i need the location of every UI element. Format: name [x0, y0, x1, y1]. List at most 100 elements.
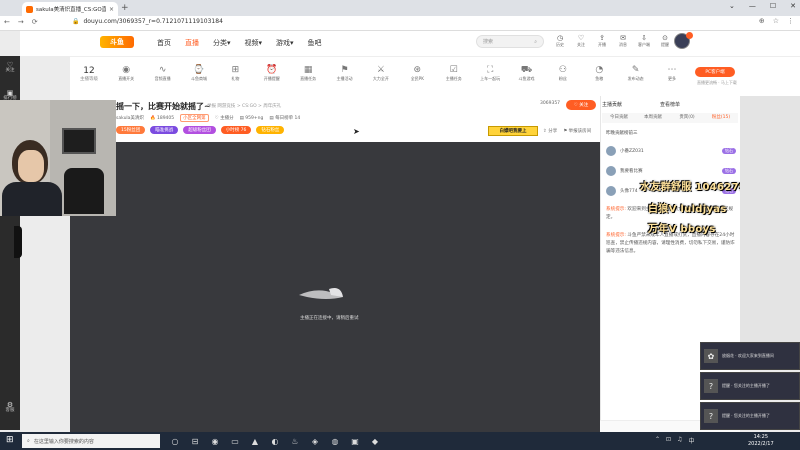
super-fan-badge[interactable]: 超级粉丝团	[183, 126, 216, 134]
cortana-icon[interactable]: ○	[168, 434, 182, 448]
windows-start-icon[interactable]: ⊞	[6, 435, 14, 445]
rank-tag[interactable]: 小区全网第	[180, 114, 209, 122]
tool-item[interactable]: ⏰ 开播提醒	[254, 64, 290, 82]
diamond-fan-badge[interactable]: 钻石粉丝	[256, 126, 285, 134]
pk-icon: ⊛	[413, 65, 422, 75]
heat-value: 🔥 189405	[149, 115, 175, 121]
daily-rank[interactable]: ▤ 每日榜单 14	[269, 115, 300, 121]
tab-vip[interactable]: 贵宾(0)	[670, 113, 704, 123]
list-item[interactable]: 我要看比赛 钻石	[606, 166, 736, 176]
bookmark-star-icon[interactable]: ☆	[773, 17, 779, 25]
client-download-button[interactable]: ⇩ 客户端	[637, 34, 651, 48]
challenge-badge[interactable]: 瞄准挑战	[150, 126, 179, 134]
app-icon[interactable]: ▲	[248, 434, 262, 448]
tool-item[interactable]: ⋯ 更多	[654, 64, 690, 82]
close-window-button[interactable]: ✕	[790, 2, 796, 10]
anchor-level[interactable]: 12 主播等级	[80, 66, 98, 82]
rail-follow[interactable]: ♡ 关注	[0, 62, 20, 74]
back-icon[interactable]: ←	[4, 18, 10, 26]
chrome-icon[interactable]: ◉	[208, 434, 222, 448]
tool-item[interactable]: ✎ 发布动态	[617, 64, 653, 82]
tab-week[interactable]: 本周贡献	[636, 113, 670, 123]
notification-card[interactable]: ? 提醒 · 您关注的主播开播了	[700, 372, 800, 400]
overlay-text: 万年V bboys	[648, 224, 716, 235]
notification-card[interactable]: ? 提醒 · 您关注的主播开播了	[700, 402, 800, 430]
promo-banner[interactable]: 白嫖吧我要上	[488, 126, 538, 136]
overlay-text: 白狼V luldjyas	[648, 204, 727, 215]
reminder-button[interactable]: ⊙ 提醒	[658, 34, 672, 48]
app-icon[interactable]: ♨	[288, 434, 302, 448]
tool-item[interactable]: ◉ 直播开关	[108, 64, 144, 82]
explorer-icon[interactable]: ▭	[228, 434, 242, 448]
tool-item[interactable]: ⌚ 斗鱼商城	[181, 64, 217, 82]
tool-item[interactable]: ⊞ 礼物	[217, 64, 253, 82]
tool-item[interactable]: ⚔ 大力全开	[363, 64, 399, 82]
app-icon[interactable]: ◐	[268, 434, 282, 448]
follow-list-button[interactable]: ♡ 关注	[574, 34, 588, 48]
nav-video[interactable]: 视频▾	[245, 38, 263, 48]
tool-item[interactable]: ☑ 主播任务	[436, 64, 472, 82]
site-search-input[interactable]: 搜索 ⌕	[476, 35, 544, 48]
tool-item[interactable]: ⛟ 斗鱼游戏	[508, 64, 544, 82]
report-button[interactable]: ⚑ 举报该房间	[563, 128, 591, 134]
list-item[interactable]: 小番ZZ031 钻石	[606, 146, 736, 156]
history-button[interactable]: ◷ 历史	[553, 34, 567, 48]
tool-item[interactable]: ⚇ 粉丝	[545, 64, 581, 82]
new-tab-button[interactable]: +	[121, 3, 129, 13]
fan-club-badge[interactable]: 15粉丝团	[116, 126, 146, 134]
browser-tab[interactable]: sakula美清炽直播_CS:GO直播... ×	[22, 2, 118, 16]
search-icon[interactable]: ⌕	[534, 39, 537, 45]
tab-search-icon[interactable]: ⌄	[729, 2, 735, 10]
steam-icon[interactable]: ◈	[308, 434, 322, 448]
taskbar-clock[interactable]: 14:25 2022/2/17	[748, 434, 774, 448]
app-icon[interactable]: ▣	[348, 434, 362, 448]
room-badges: 15粉丝团 瞄准挑战 超级粉丝团 小时榜 76 钻石粉丝	[116, 126, 285, 134]
network-icon[interactable]: ⊡	[666, 436, 671, 445]
nav-live[interactable]: 直播	[185, 38, 199, 48]
avatar	[606, 166, 616, 176]
install-icon[interactable]: ⊕	[759, 17, 765, 25]
start-stream-button[interactable]: ⇪ 开播	[595, 34, 609, 48]
app-icon[interactable]: ◍	[328, 434, 342, 448]
rail-collapse-handle[interactable]	[14, 226, 22, 258]
rail-service[interactable]: ⚙ 客服	[0, 402, 20, 414]
pc-client-button[interactable]: PC客户端	[695, 67, 735, 77]
browser-menu-icon[interactable]: ⋮	[787, 17, 794, 25]
tool-item[interactable]: ∿ 音频直播	[144, 64, 180, 82]
ime-icon[interactable]: 中	[688, 436, 694, 445]
hour-rank-badge[interactable]: 小时榜 76	[220, 126, 252, 134]
messages-button[interactable]: ✉ 消息	[616, 34, 630, 48]
nav-home[interactable]: 首页	[157, 38, 171, 48]
maximize-button[interactable]: ☐	[770, 2, 776, 10]
douyu-logo[interactable]: 斗鱼	[100, 36, 134, 48]
follow-button[interactable]: ♡ 关注	[566, 100, 596, 110]
forward-icon[interactable]: →	[18, 18, 24, 26]
nav-yuba[interactable]: 鱼吧	[308, 38, 322, 48]
volume-icon[interactable]: ♫	[677, 436, 682, 445]
streamer-name[interactable]: sakula美清炽	[116, 115, 144, 121]
taskbar-search-input[interactable]: ⌕ 在这里输入你要搜索的内容	[22, 434, 160, 448]
task-view-icon[interactable]: ⊟	[188, 434, 202, 448]
tab-today[interactable]: 今日贡献	[602, 113, 636, 123]
tab-view-rank[interactable]: 查看榜单	[660, 101, 680, 108]
help-icon: ?	[704, 409, 718, 423]
tab-fans[interactable]: 粉丝(15)	[704, 113, 738, 123]
url-field[interactable]: 🔒 douyu.com/3069357_r=0.7121071119103184	[72, 18, 223, 25]
tab-anchor-contribution[interactable]: 主播贡献	[602, 101, 622, 108]
tool-item[interactable]: ◔ 鱼粮	[581, 64, 617, 82]
share-button[interactable]: ⇪ 分享	[543, 128, 557, 134]
tool-item[interactable]: ⊛ 全民PK	[399, 64, 435, 82]
notification-card[interactable]: ✿ 放烟花 · 欢迎大家来到直播间	[700, 342, 800, 370]
room-id: 3069357	[540, 101, 561, 106]
tool-item[interactable]: ⛶ 上车一起玩	[472, 64, 508, 82]
minimize-button[interactable]: —	[749, 2, 756, 10]
app-icon[interactable]: ◆	[368, 434, 382, 448]
tab-close-icon[interactable]: ×	[109, 6, 114, 13]
tray-expand-icon[interactable]: ⌃	[655, 436, 660, 445]
reload-icon[interactable]: ⟳	[32, 18, 38, 26]
tool-item[interactable]: ⚑ 主播活动	[326, 64, 362, 82]
nav-category[interactable]: 分类▾	[213, 38, 231, 48]
tool-item[interactable]: ▦ 直播任务	[290, 64, 326, 82]
nav-game[interactable]: 游戏▾	[276, 38, 294, 48]
room-tags[interactable]: 举报 网游竞技 > CS:GO > 周年庆礼	[207, 103, 281, 109]
